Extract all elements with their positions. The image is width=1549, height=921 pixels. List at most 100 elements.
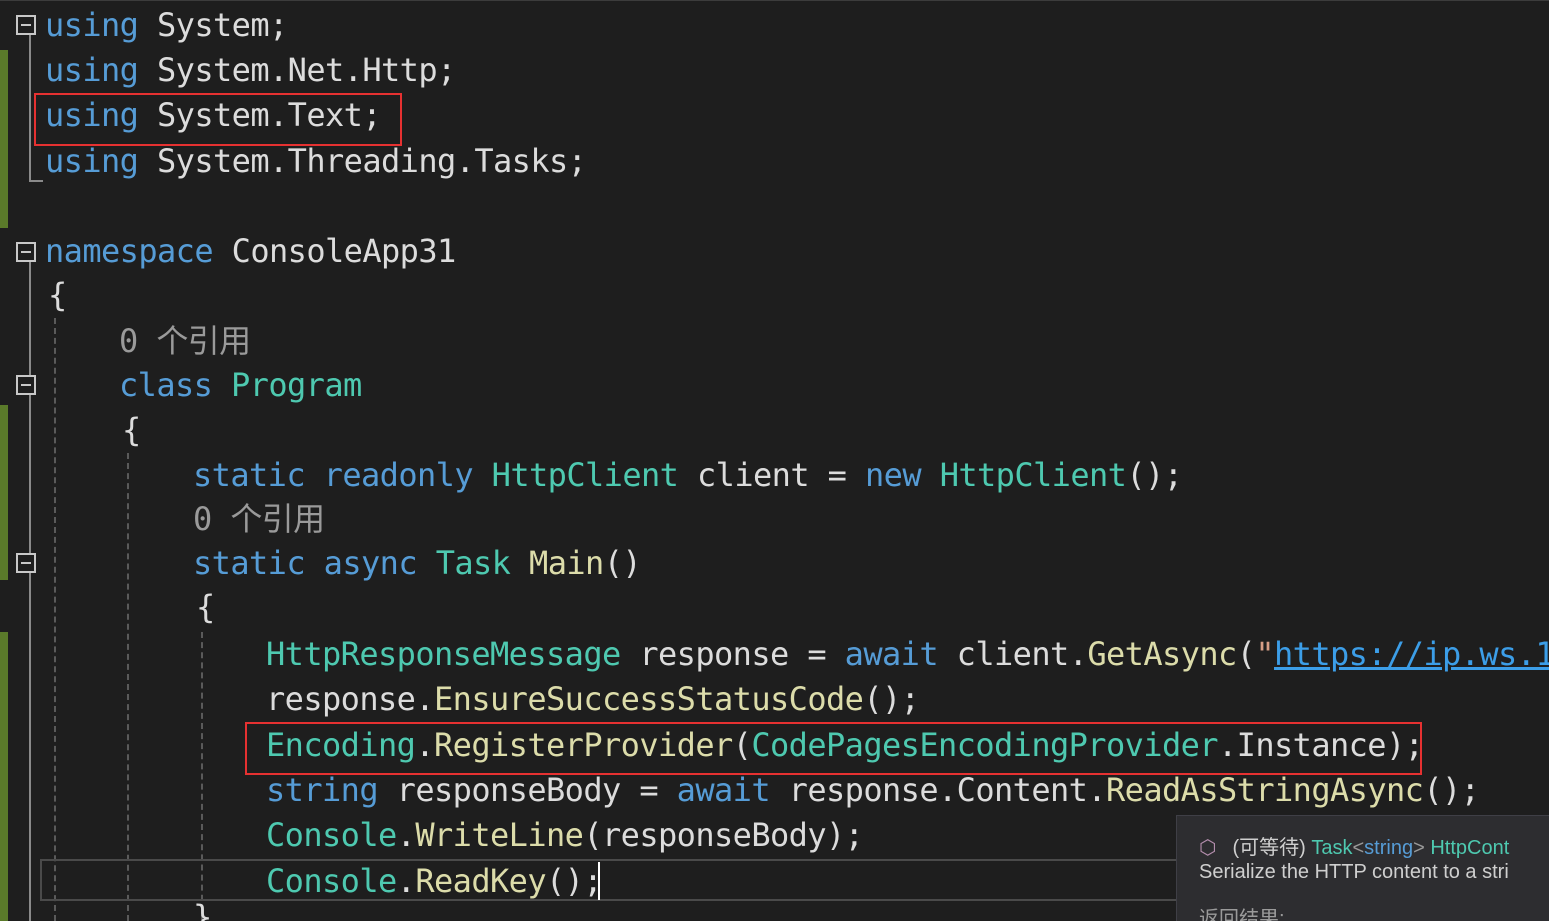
text-cursor <box>598 862 600 900</box>
code-token: { <box>48 276 67 314</box>
code-token: class <box>119 366 213 404</box>
code-line-ensure-success[interactable]: response.EnsureSuccessStatusCode(); <box>266 677 920 721</box>
codelens-references-class[interactable]: 0 个引用 <box>119 319 251 363</box>
generic-close: > <box>1413 837 1425 859</box>
code-token: client <box>678 456 828 494</box>
code-token: 0 个引用 <box>193 500 325 538</box>
code-token: using <box>45 6 139 44</box>
code-token: using <box>45 51 139 89</box>
collapse-using-icon[interactable] <box>16 15 36 35</box>
url-link[interactable]: https://ip.ws.12 <box>1274 635 1549 673</box>
code-token: response <box>620 635 808 673</box>
code-line-using-system[interactable]: using System; <box>45 3 288 47</box>
code-token: Console <box>266 816 397 854</box>
code-token: (); <box>1423 771 1480 809</box>
outline-line <box>29 35 31 182</box>
code-token: (); <box>863 680 920 718</box>
code-line-namespace-open-brace[interactable]: { <box>48 273 67 317</box>
declaring-class: HttpCont <box>1430 837 1510 859</box>
code-editor[interactable]: using System; using System.Net.Http; usi… <box>0 0 1549 921</box>
code-token: Task <box>435 544 511 582</box>
code-token: . <box>396 816 416 854</box>
change-bar <box>0 405 8 580</box>
code-token: = <box>807 635 826 673</box>
code-token: ConsoleApp31 <box>213 232 457 270</box>
code-token: HttpResponseMessage <box>266 635 621 673</box>
quick-info-tooltip: ⬡ (可等待) Task<string> HttpCont Serialize t… <box>1176 815 1549 921</box>
codelens-references-main[interactable]: 0 个引用 <box>193 497 325 541</box>
code-token: System.Net.Http; <box>138 51 456 89</box>
tooltip-description: Serialize the HTTP content to a stri <box>1199 861 1509 883</box>
code-token: using <box>45 142 139 180</box>
code-line-namespace[interactable]: namespace ConsoleApp31 <box>45 229 456 273</box>
code-token: { <box>196 588 215 626</box>
highlight-box-using-text <box>34 93 402 146</box>
indent-guide <box>54 318 56 921</box>
code-token: . <box>396 862 416 900</box>
indent-guide <box>127 453 129 921</box>
code-token: (responseBody); <box>583 816 864 854</box>
code-token: new <box>865 456 922 494</box>
code-line-class-open-brace[interactable]: { <box>122 408 141 452</box>
code-token: HttpClient <box>491 456 679 494</box>
code-token: 0 个引用 <box>119 322 251 360</box>
collapse-class-icon[interactable] <box>16 375 36 395</box>
code-token: readonly <box>323 456 474 494</box>
code-token: string <box>266 771 379 809</box>
generic-arg: string <box>1364 837 1414 859</box>
code-token: { <box>122 411 141 449</box>
code-token: " <box>1255 635 1275 673</box>
code-token: Program <box>231 366 362 404</box>
code-token: response. <box>266 680 435 718</box>
code-line-get-async[interactable]: HttpResponseMessage response = await cli… <box>266 632 1549 676</box>
code-line-class[interactable]: class Program <box>119 363 362 407</box>
change-bar <box>0 50 8 228</box>
code-token: (); <box>1126 456 1183 494</box>
change-bar <box>0 632 8 921</box>
code-token: await <box>676 771 771 809</box>
code-line-readkey[interactable]: Console.ReadKey(); <box>266 859 603 903</box>
code-token: (); <box>546 862 603 900</box>
tooltip-signature: ⬡ (可等待) Task<string> HttpCont <box>1199 831 1509 860</box>
code-line-using-net-http[interactable]: using System.Net.Http; <box>45 48 456 92</box>
tooltip-returns-label: 返回结果: <box>1199 908 1285 921</box>
code-line-writeline[interactable]: Console.WriteLine(responseBody); <box>266 813 864 857</box>
highlight-box-register-provider <box>245 722 1422 775</box>
code-token: = <box>827 456 847 494</box>
method-cube-icon: ⬡ <box>1199 837 1217 859</box>
code-token: ReadKey <box>415 862 547 900</box>
code-token: Console <box>266 862 397 900</box>
code-token: } <box>193 898 212 921</box>
return-type: Task <box>1311 837 1353 859</box>
outline-line <box>29 262 31 921</box>
code-line-main-signature[interactable]: static async Task Main() <box>193 541 642 585</box>
collapse-namespace-icon[interactable] <box>16 242 36 262</box>
code-line-httpclient-field[interactable]: static readonly HttpClient client = new … <box>193 453 1183 497</box>
code-token: static <box>193 456 306 494</box>
code-token: responseBody <box>378 771 640 809</box>
code-token: Main <box>529 544 604 582</box>
code-token: response.Content. <box>770 771 1107 809</box>
code-token: System.Threading.Tasks; <box>138 142 587 180</box>
code-token: HttpClient <box>939 456 1127 494</box>
code-token: ReadAsStringAsync <box>1106 771 1424 809</box>
code-line-main-close-brace[interactable]: } <box>193 895 212 921</box>
code-token: await <box>844 635 939 673</box>
code-token: ( <box>1236 635 1256 673</box>
editor-top-border <box>0 0 1549 1</box>
code-token: GetAsync <box>1087 635 1237 673</box>
code-line-main-open-brace[interactable]: { <box>196 585 215 629</box>
awaitable-label: (可等待) <box>1232 837 1306 859</box>
code-token: EnsureSuccessStatusCode <box>434 680 864 718</box>
code-token: client. <box>938 635 1088 673</box>
collapse-method-icon[interactable] <box>16 553 36 573</box>
code-token: = <box>639 771 658 809</box>
outline-end <box>29 180 43 182</box>
